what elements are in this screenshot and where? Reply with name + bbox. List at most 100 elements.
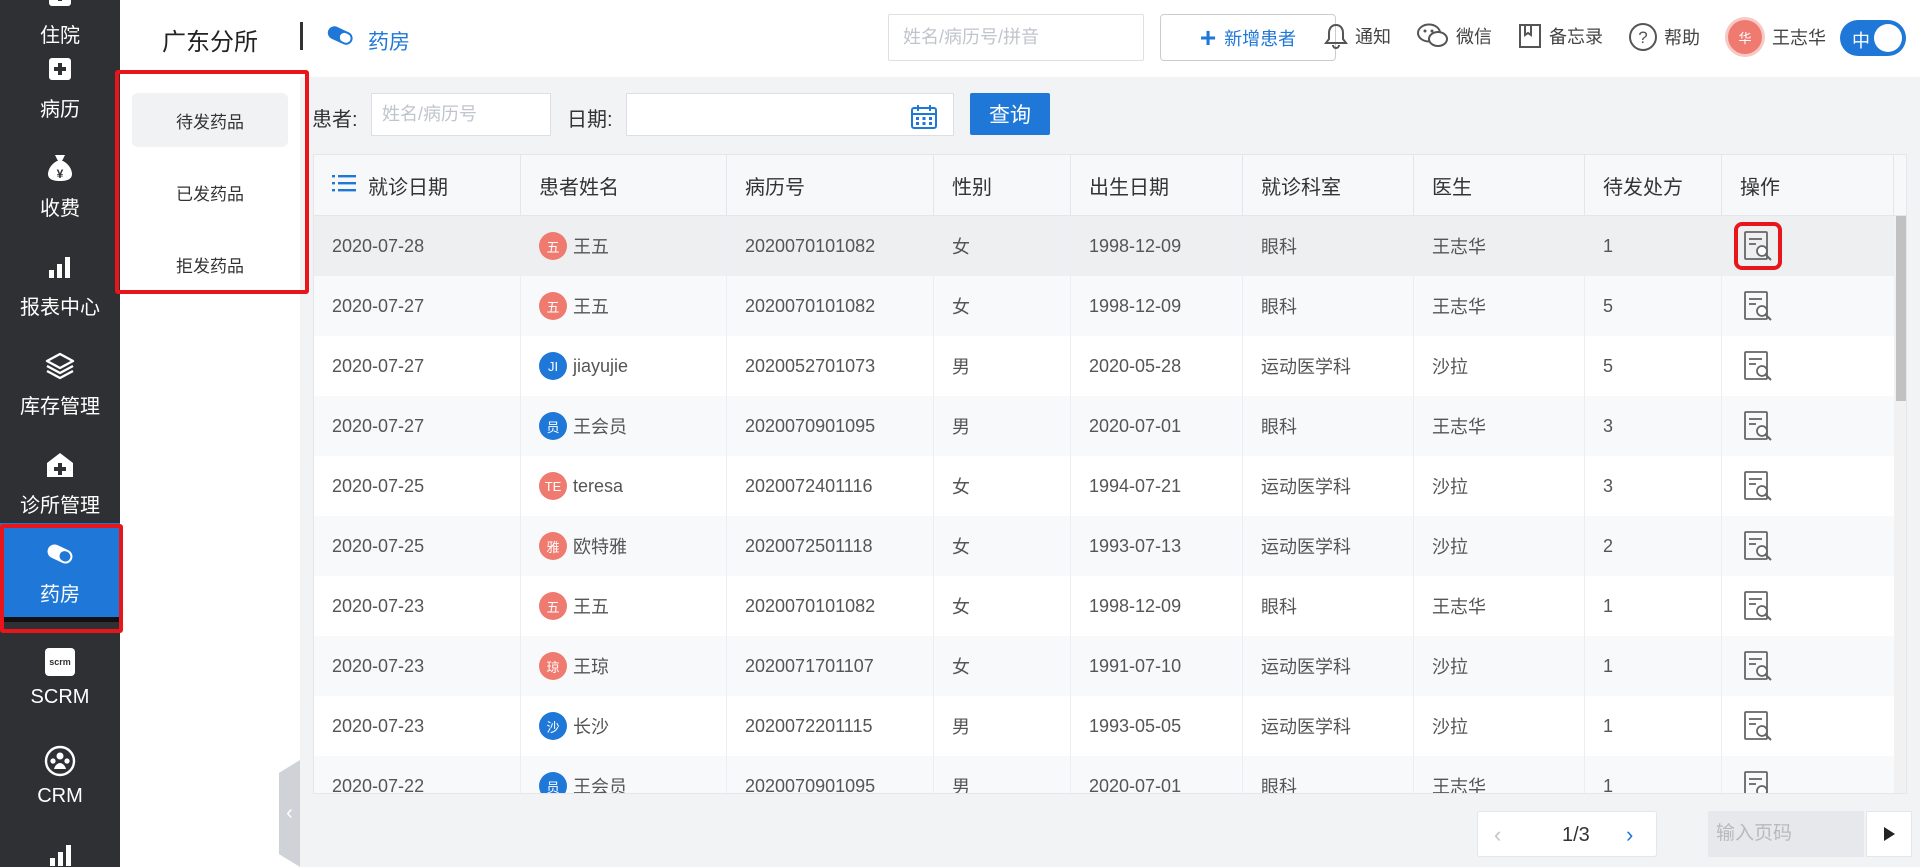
- cell-name-text: 长沙: [573, 717, 609, 737]
- user-menu[interactable]: 华 王志华: [1728, 20, 1826, 54]
- cell-doctor-text: 王志华: [1432, 597, 1486, 617]
- table-row[interactable]: 2020-07-23 琼王琼 2020071701107 女 1991-07-10 运动医…: [314, 636, 1894, 696]
- cell-record: 2020070101082: [727, 216, 934, 276]
- column-header-0[interactable]: 就诊日期: [314, 155, 521, 216]
- table-row[interactable]: 2020-07-25 雅欧特雅 2020072501118 女 1993-07-13 运动…: [314, 516, 1894, 576]
- view-prescription-icon[interactable]: [1740, 348, 1776, 384]
- cell-doctor: 王志华: [1414, 396, 1585, 456]
- table-row[interactable]: 2020-07-27 员王会员 2020070901095 男 2020-07-01 眼科…: [314, 396, 1894, 456]
- nav-item-8[interactable]: CRM: [0, 727, 120, 826]
- table-row[interactable]: 2020-07-27 五王五 2020070101082 女 1998-12-09 眼科 王…: [314, 276, 1894, 336]
- table-row[interactable]: 2020-07-22 员王会员 2020070901095 男 2020-07-01 眼科…: [314, 756, 1894, 794]
- cell-date-text: 2020-07-27: [332, 415, 425, 436]
- view-prescription-icon[interactable]: [1740, 528, 1776, 564]
- column-header-label: 出生日期: [1089, 177, 1169, 199]
- table-scroll-thumb[interactable]: [1896, 216, 1906, 401]
- cell-dept: 运动医学科: [1243, 516, 1414, 576]
- user-name: 王志华: [1772, 28, 1826, 48]
- cell-pending: 1: [1585, 696, 1722, 756]
- cell-doctor: 沙拉: [1414, 516, 1585, 576]
- add-patient-button[interactable]: + 新增患者: [1160, 14, 1336, 61]
- cell-sex-text: 女: [952, 657, 970, 677]
- table-row[interactable]: 2020-07-23 五王五 2020070101082 女 1998-12-09 眼科 王…: [314, 576, 1894, 636]
- cell-date: 2020-07-27: [314, 276, 521, 336]
- table-row[interactable]: 2020-07-27 JI jiayujie 2020052701073 男 2020-0…: [314, 336, 1894, 396]
- memo-link[interactable]: 备忘录: [1517, 22, 1603, 50]
- cell-date-text: 2020-07-23: [332, 715, 425, 736]
- view-prescription-icon[interactable]: [1740, 408, 1776, 444]
- table-header: 就诊日期 患者姓名 病历号 性别 出生日期 就诊科室 医生 待发处方 操作: [314, 155, 1906, 216]
- cell-sex: 男: [934, 396, 1071, 456]
- cell-name: 员王会员: [521, 756, 727, 793]
- patient-avatar: JI: [539, 352, 567, 380]
- date-filter-input[interactable]: [626, 93, 954, 136]
- nav-item-6[interactable]: 药房: [0, 523, 120, 622]
- cell-name: 五王五: [521, 276, 727, 336]
- cell-birth: 1998-12-09: [1071, 276, 1243, 336]
- cell-pending-text: 1: [1603, 595, 1614, 616]
- submenu-item-1[interactable]: 已发药品: [132, 165, 288, 219]
- cell-birth-text: 1991-07-10: [1089, 655, 1182, 676]
- plus-icon: +: [1199, 21, 1217, 53]
- cell-birth: 1998-12-09: [1071, 216, 1243, 276]
- cell-pending-text: 1: [1603, 235, 1614, 256]
- query-button[interactable]: 查询: [970, 93, 1050, 135]
- top-header: 广东分所 药房 + 新增患者 通知 微信 备忘录 ? 帮助 华 王志华 中: [120, 0, 1920, 77]
- language-toggle-label: 中: [1852, 31, 1870, 51]
- cell-date: 2020-07-28: [314, 216, 521, 276]
- cell-doctor-text: 王志华: [1432, 237, 1486, 257]
- list-icon[interactable]: [332, 174, 356, 198]
- cell-pending-text: 1: [1603, 715, 1614, 736]
- language-toggle[interactable]: 中: [1840, 20, 1906, 56]
- column-header-label: 性别: [952, 177, 992, 199]
- page-jump-input[interactable]: [1708, 811, 1864, 857]
- help-link[interactable]: ? 帮助: [1628, 22, 1700, 52]
- nav-item-label: 收费: [40, 198, 80, 220]
- cell-birth-text: 1998-12-09: [1089, 235, 1182, 256]
- cell-doctor-text: 沙拉: [1432, 657, 1468, 677]
- patient-search-input[interactable]: [888, 14, 1144, 61]
- cell-date: 2020-07-23: [314, 576, 521, 636]
- cell-record-text: 2020072201115: [745, 715, 873, 736]
- notify-link[interactable]: 通知: [1323, 22, 1391, 50]
- view-prescription-icon[interactable]: [1740, 708, 1776, 744]
- nav-item-4[interactable]: 库存管理: [0, 335, 120, 434]
- column-header-label: 就诊日期: [368, 177, 448, 199]
- column-header-label: 患者姓名: [539, 177, 619, 199]
- patient-filter-input[interactable]: [371, 93, 551, 136]
- wechat-link[interactable]: 微信: [1416, 22, 1492, 50]
- cell-record-text: 2020070901095: [745, 775, 876, 794]
- cell-dept-text: 运动医学科: [1261, 717, 1351, 737]
- table-row[interactable]: 2020-07-28 五王五 2020070101082 女 1998-12-09 眼科 王…: [314, 216, 1894, 276]
- view-prescription-icon[interactable]: [1740, 648, 1776, 684]
- calendar-icon[interactable]: [910, 104, 938, 135]
- cell-name: 琼王琼: [521, 636, 727, 696]
- view-prescription-icon[interactable]: [1740, 288, 1776, 324]
- cell-dept: 运动医学科: [1243, 456, 1414, 516]
- view-prescription-icon[interactable]: [1734, 222, 1782, 270]
- nav-item-2[interactable]: ¥ 收费: [0, 137, 120, 236]
- nav-item-1[interactable]: 病历: [0, 38, 120, 137]
- toggle-knob: [1874, 24, 1902, 52]
- clinic-name[interactable]: 广东分所: [162, 22, 258, 57]
- cell-dept: 眼科: [1243, 576, 1414, 636]
- table-row[interactable]: 2020-07-23 沙长沙 2020072201115 男 1993-05-05 运动医…: [314, 696, 1894, 756]
- prev-page-button[interactable]: ‹: [1494, 822, 1501, 848]
- nav-item-3[interactable]: 报表中心: [0, 236, 120, 335]
- nav-item-5[interactable]: 诊所管理: [0, 434, 120, 533]
- layers-icon: [44, 350, 76, 382]
- cell-doctor: 沙拉: [1414, 456, 1585, 516]
- table-row[interactable]: 2020-07-25 TE teresa 2020072401116 女 1994-07-…: [314, 456, 1894, 516]
- cell-action: [1722, 576, 1894, 636]
- collapse-sidebar-button[interactable]: ‹: [279, 760, 300, 867]
- nav-item-7[interactable]: scrm SCRM: [0, 628, 120, 727]
- main-nav: 住院 病历 ¥ 收费 报表中心 库存管理 诊所管理 药房 scrm SCRM CRM: [0, 0, 120, 867]
- view-prescription-icon[interactable]: [1740, 588, 1776, 624]
- next-page-button[interactable]: ›: [1626, 822, 1633, 848]
- submenu-item-2[interactable]: 拒发药品: [132, 237, 288, 291]
- view-prescription-icon[interactable]: [1740, 768, 1776, 793]
- submenu-item-0[interactable]: 待发药品: [132, 93, 288, 147]
- view-prescription-icon[interactable]: [1740, 468, 1776, 504]
- page-go-button[interactable]: [1866, 811, 1912, 857]
- cell-record: 2020072501118: [727, 516, 934, 576]
